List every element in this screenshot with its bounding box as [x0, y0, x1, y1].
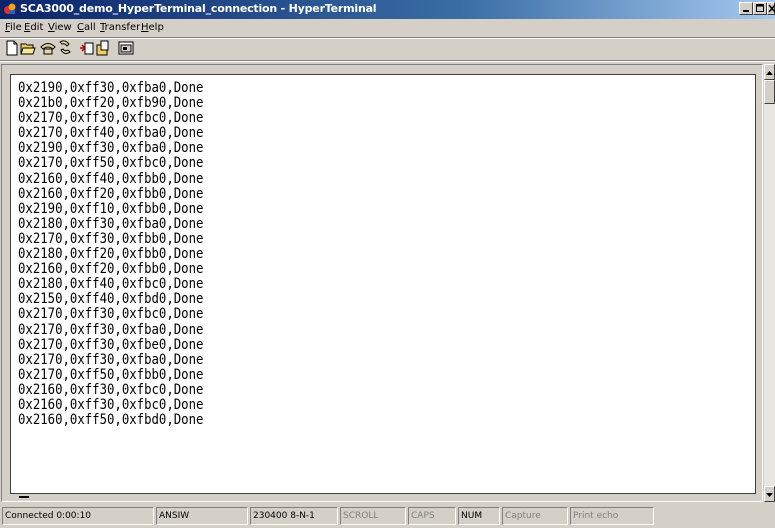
hyperterminal-icon[interactable] — [3, 2, 17, 16]
terminal-line: 0x2160,0xff20,0xfbb0,Done — [18, 261, 204, 278]
arrow-down-icon — [766, 493, 773, 497]
properties-icon[interactable] — [118, 40, 134, 56]
maximize-icon — [756, 4, 764, 12]
terminal-line: 0x2160,0xff30,0xfbc0,Done — [18, 381, 204, 398]
terminal-line: 0x21b0,0xff20,0xfb90,Done — [18, 95, 204, 112]
receive-icon[interactable] — [95, 40, 111, 56]
terminal-line: 0x2170,0xff30,0xfbe0,Done — [18, 336, 204, 353]
terminal-line: 0x2170,0xff40,0xfba0,Done — [18, 125, 204, 142]
terminal-line: 0x2170,0xff50,0xfbc0,Done — [18, 155, 204, 172]
window-title: SCA3000_demo_HyperTerminal_connection - … — [20, 2, 377, 15]
vertical-scrollbar[interactable] — [764, 64, 775, 502]
open-icon[interactable] — [20, 40, 36, 56]
minimize-button[interactable] — [739, 2, 753, 15]
maximize-button[interactable] — [753, 2, 767, 15]
terminal-output: 0x2190,0xff30,0xfba0,Done 0x21b0,0xff20,0… — [18, 80, 229, 429]
terminal-line: 0x2170,0xff30,0xfba0,Done — [18, 321, 204, 338]
new-connection-icon[interactable] — [4, 40, 20, 56]
terminal-line: 0x2170,0xff50,0xfbb0,Done — [18, 366, 204, 383]
arrow-up-icon — [766, 71, 773, 75]
terminal-line: 0x2150,0xff40,0xfbd0,Done — [18, 291, 204, 308]
menu-call[interactable]: Call — [77, 22, 96, 33]
scroll-thumb[interactable] — [764, 80, 775, 104]
status-caps: CAPS — [408, 507, 456, 525]
status-capture: Capture — [502, 507, 568, 525]
menu-file[interactable]: File — [5, 22, 22, 33]
terminal-line: 0x2190,0xff10,0xfbb0,Done — [18, 200, 204, 217]
status-num: NUM — [458, 507, 500, 525]
terminal-line: 0x2170,0xff30,0xfbc0,Done — [18, 110, 204, 127]
title-bar[interactable]: SCA3000_demo_HyperTerminal_connection - … — [0, 0, 775, 19]
terminal-line: 0x2180,0xff20,0xfbb0,Done — [18, 246, 204, 263]
status-connected: Connected 0:00:10 — [2, 507, 154, 525]
scroll-down-button[interactable] — [764, 486, 775, 502]
menu-transfer[interactable]: Transfer — [100, 22, 140, 33]
close-icon — [768, 4, 775, 13]
terminal-line: 0x2160,0xff30,0xfbc0,Done — [18, 396, 204, 413]
terminal-line: 0x2170,0xff30,0xfbb0,Done — [18, 230, 204, 247]
status-bar: Connected 0:00:10 ANSIW 230400 8-N-1 SCR… — [0, 506, 775, 528]
toolbar-separator-bottom — [0, 60, 775, 62]
terminal-line: 0x2160,0xff40,0xfbb0,Done — [18, 170, 204, 187]
terminal-line: 0x2170,0xff30,0xfbc0,Done — [18, 306, 204, 323]
terminal-line: 0x2180,0xff30,0xfba0,Done — [18, 215, 204, 232]
status-port-settings: 230400 8-N-1 — [250, 507, 338, 525]
minimize-icon — [743, 10, 749, 12]
terminal-line: 0x2160,0xff50,0xfbd0,Done — [18, 412, 204, 429]
menu-view[interactable]: View — [48, 22, 72, 33]
terminal-line: 0x2160,0xff20,0xfbb0,Done — [18, 185, 204, 202]
scroll-up-button[interactable] — [764, 64, 775, 80]
close-button[interactable] — [767, 2, 775, 15]
terminal-screen[interactable]: 0x2190,0xff30,0xfba0,Done 0x21b0,0xff20,0… — [10, 74, 756, 498]
terminal-line: 0x2190,0xff30,0xfba0,Done — [18, 80, 204, 96]
status-print-echo: Print echo — [570, 507, 654, 525]
menu-edit[interactable]: Edit — [24, 22, 43, 33]
menu-bar: File Edit View Call Transfer Help — [0, 19, 775, 37]
connect-icon[interactable] — [40, 40, 56, 56]
text-cursor — [19, 496, 29, 498]
disconnect-icon[interactable] — [57, 40, 73, 56]
terminal-line: 0x2180,0xff40,0xfbc0,Done — [18, 276, 204, 293]
menu-help[interactable]: Help — [141, 22, 164, 33]
terminal-line: 0x2170,0xff30,0xfba0,Done — [18, 351, 204, 368]
status-scroll: SCROLL — [340, 507, 406, 525]
toolbar-separator-top — [0, 37, 775, 39]
terminal-frame: 0x2190,0xff30,0xfba0,Done 0x21b0,0xff20,0… — [1, 64, 763, 502]
status-emulation: ANSIW — [156, 507, 248, 525]
send-icon[interactable] — [79, 40, 95, 56]
terminal-line: 0x2190,0xff30,0xfba0,Done — [18, 140, 204, 157]
